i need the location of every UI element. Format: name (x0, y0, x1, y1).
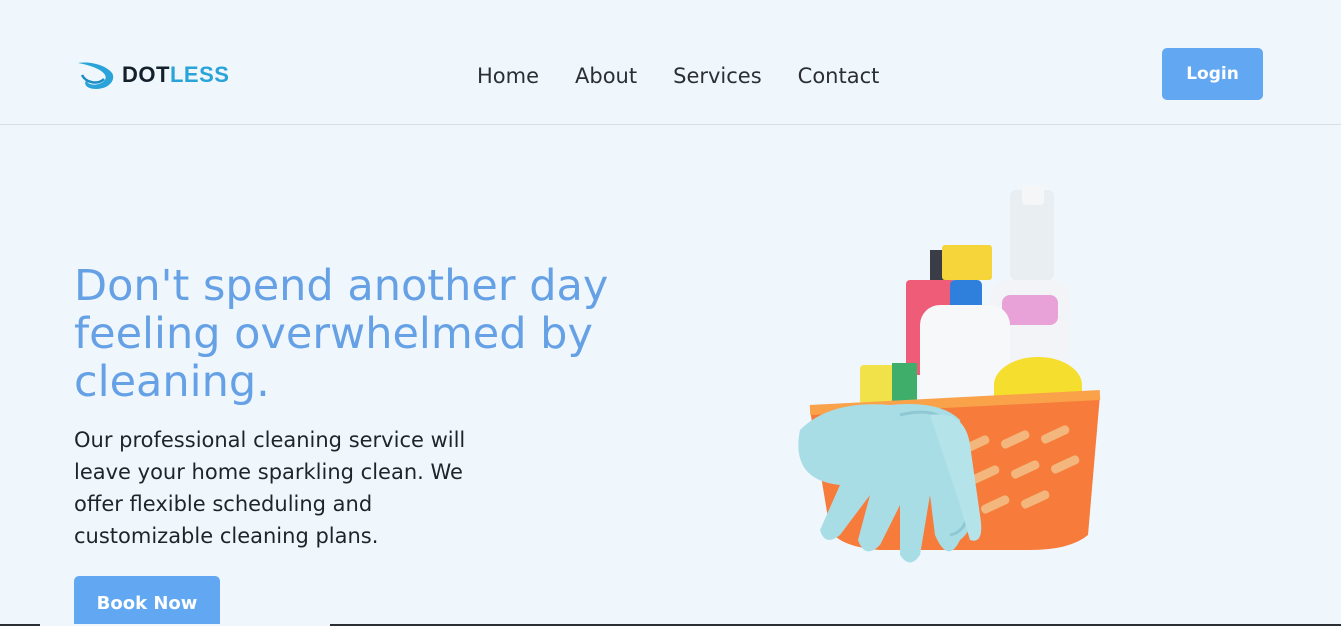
nav-home[interactable]: Home (477, 62, 539, 90)
main-nav: Home About Services Contact (477, 62, 915, 90)
nav-about[interactable]: About (575, 62, 637, 90)
cleaning-supplies-image (798, 185, 1101, 563)
site-header: DOTLESS Home About Services Contact Logi… (0, 0, 1341, 125)
nav-services[interactable]: Services (673, 62, 762, 90)
hero-title: Don't spend another day feeling overwhel… (74, 261, 609, 407)
brand-logo[interactable]: DOTLESS (76, 58, 229, 92)
book-now-button[interactable]: Book Now (74, 576, 220, 626)
nav-contact[interactable]: Contact (798, 62, 880, 90)
hero-description: Our professional cleaning service will l… (74, 428, 466, 548)
swoosh-icon (78, 62, 114, 89)
login-button[interactable]: Login (1162, 48, 1263, 100)
brand-name: DOTLESS (122, 62, 230, 87)
